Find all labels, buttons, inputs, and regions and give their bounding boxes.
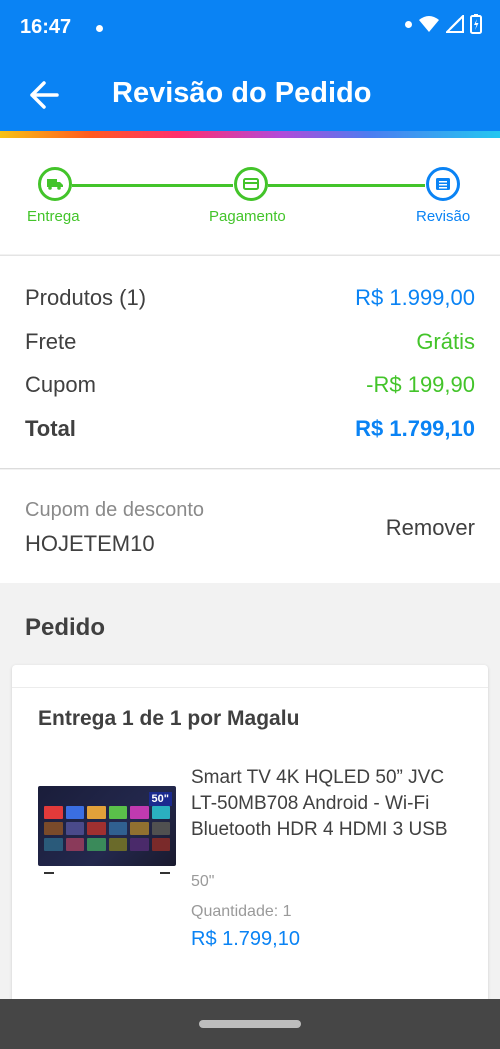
checkout-stepper: Entrega Pagamento Revisão: [0, 138, 500, 254]
step-label-entrega: Entrega: [27, 208, 80, 225]
battery-icon: [470, 14, 482, 34]
step-connector: [72, 184, 233, 187]
page-title: Revisão do Pedido: [112, 77, 372, 109]
card-icon: [243, 178, 259, 190]
product-quantity: Quantidade: 1: [191, 903, 292, 921]
home-gesture-pill[interactable]: [199, 1020, 301, 1028]
order-card: Entrega 1 de 1 por Magalu 50" Smart TV 4…: [12, 665, 488, 1005]
tv-leg: [160, 866, 170, 874]
system-nav-bar: [0, 999, 500, 1049]
step-pagamento[interactable]: [234, 167, 268, 201]
coupon-label: Cupom de desconto: [25, 499, 205, 521]
status-bar: 16:47: [0, 0, 500, 58]
size-badge: 50": [148, 792, 172, 806]
step-label-revisao: Revisão: [416, 208, 471, 225]
remove-coupon-button[interactable]: Remover: [386, 515, 475, 541]
rainbow-divider: [0, 131, 500, 138]
step-entrega[interactable]: [38, 167, 72, 201]
shipping-label: Frete: [25, 329, 77, 354]
coupon-code: HOJETEM10: [25, 531, 155, 556]
step-revisao[interactable]: [426, 167, 460, 201]
back-arrow-icon[interactable]: [24, 78, 64, 112]
status-icons: [405, 14, 482, 34]
status-time: 16:47: [20, 16, 72, 38]
wifi-icon: [419, 16, 439, 32]
total-label: Total: [25, 416, 76, 441]
tv-leg: [44, 866, 54, 874]
order-section-title: Pedido: [25, 614, 106, 641]
summary-row-products: Produtos (1) R$ 1.999,00: [25, 285, 475, 315]
notification-dot: [96, 25, 103, 32]
step-connector: [268, 184, 425, 187]
tv-screen-tiles: [44, 806, 170, 851]
list-icon: [436, 178, 450, 190]
signal-icon: [446, 15, 464, 33]
step-label-pagamento: Pagamento: [209, 208, 286, 225]
divider: [12, 687, 488, 688]
delivery-title: Entrega 1 de 1 por Magalu: [38, 707, 300, 730]
product-name[interactable]: Smart TV 4K HQLED 50” JVC LT-50MB708 And…: [191, 765, 461, 843]
product-image[interactable]: 50": [38, 786, 176, 866]
quantity-value: 1: [282, 903, 292, 920]
quantity-label: Quantidade:: [191, 903, 279, 920]
coupon-discount-label: Cupom: [25, 372, 96, 397]
shipping-value: Grátis: [416, 329, 475, 354]
summary-row-shipping: Frete Grátis: [25, 329, 475, 359]
coupon-discount-value: -R$ 199,90: [366, 372, 475, 397]
truck-icon: [47, 179, 63, 190]
app-header: 16:47 Revisão do Pedido: [0, 0, 500, 132]
product-price: R$ 1.799,10: [191, 928, 300, 950]
product-size: 50": [191, 873, 215, 890]
products-label: Produtos (1): [25, 285, 147, 310]
summary-row-coupon: Cupom -R$ 199,90: [25, 372, 475, 402]
summary-row-total: Total R$ 1.799,10: [25, 416, 475, 446]
products-value: R$ 1.999,00: [355, 285, 475, 310]
notification-dot-icon: [405, 20, 412, 28]
order-summary: Produtos (1) R$ 1.999,00 Frete Grátis Cu…: [0, 255, 500, 469]
coupon-section: Cupom de desconto HOJETEM10 Remover: [0, 470, 500, 583]
total-value: R$ 1.799,10: [355, 416, 475, 441]
